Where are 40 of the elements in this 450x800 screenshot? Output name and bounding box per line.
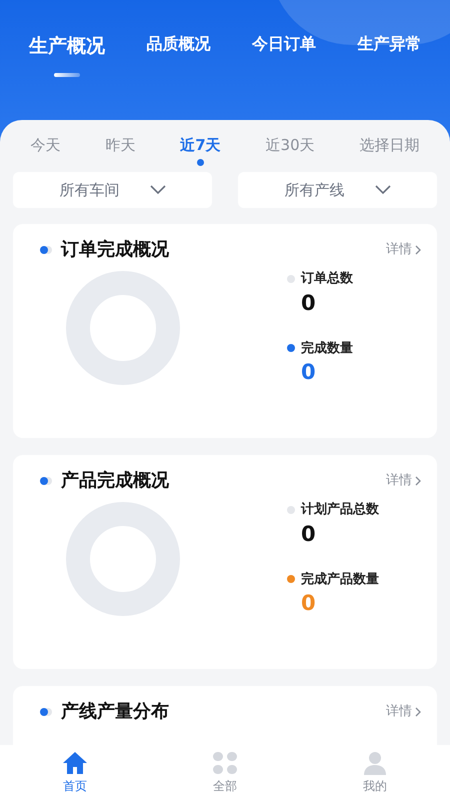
- bullet-icon: [39, 706, 53, 716]
- date-tab[interactable]: 选择日期: [360, 134, 420, 156]
- tab[interactable]: 品质概况: [146, 32, 210, 56]
- dropdown[interactable]: 所有产线: [238, 172, 437, 208]
- nav-item[interactable]: 我的: [335, 750, 415, 794]
- chevron-down-icon: [150, 185, 166, 195]
- chevron-down-icon: [374, 185, 390, 195]
- person-icon: [362, 750, 388, 774]
- legend-label: 计划产品总数: [301, 500, 379, 519]
- nav-item[interactable]: 全部: [185, 750, 265, 794]
- details-link[interactable]: 详情: [386, 470, 421, 490]
- legend-value: 0: [301, 591, 316, 615]
- chevron-right-icon: [415, 244, 421, 254]
- grid-icon: [212, 750, 238, 774]
- details-link[interactable]: 详情: [386, 702, 421, 722]
- date-tab[interactable]: 今天: [30, 134, 60, 156]
- chevron-right-icon: [415, 706, 421, 716]
- date-tab[interactable]: 近7天: [180, 134, 221, 156]
- bullet-icon: [39, 244, 53, 254]
- card-title: 产线产量分布: [61, 700, 169, 724]
- card-title: 产品完成概况: [61, 469, 169, 493]
- legend-value: 0: [301, 360, 316, 384]
- nav-item[interactable]: 首页: [35, 750, 115, 794]
- tab[interactable]: 生产异常: [357, 32, 422, 56]
- tab[interactable]: 今日订单: [252, 32, 316, 56]
- date-tab[interactable]: 近30天: [266, 134, 315, 156]
- tab[interactable]: 生产概况: [28, 32, 105, 60]
- bullet-icon: [39, 476, 53, 486]
- home-icon: [62, 750, 88, 774]
- dropdown[interactable]: 所有车间: [13, 172, 212, 208]
- card-title: 订单完成概况: [61, 238, 169, 262]
- legend-value: 0: [301, 290, 316, 314]
- legend-label: 完成数量: [301, 340, 353, 358]
- details-link[interactable]: 详情: [386, 240, 421, 260]
- tab-indicator: [54, 72, 80, 76]
- date-tab[interactable]: 昨天: [105, 134, 136, 156]
- chevron-right-icon: [415, 476, 421, 486]
- legend-label: 订单总数: [301, 270, 353, 288]
- legend-value: 0: [301, 522, 316, 546]
- legend-label: 完成产品数量: [301, 570, 379, 588]
